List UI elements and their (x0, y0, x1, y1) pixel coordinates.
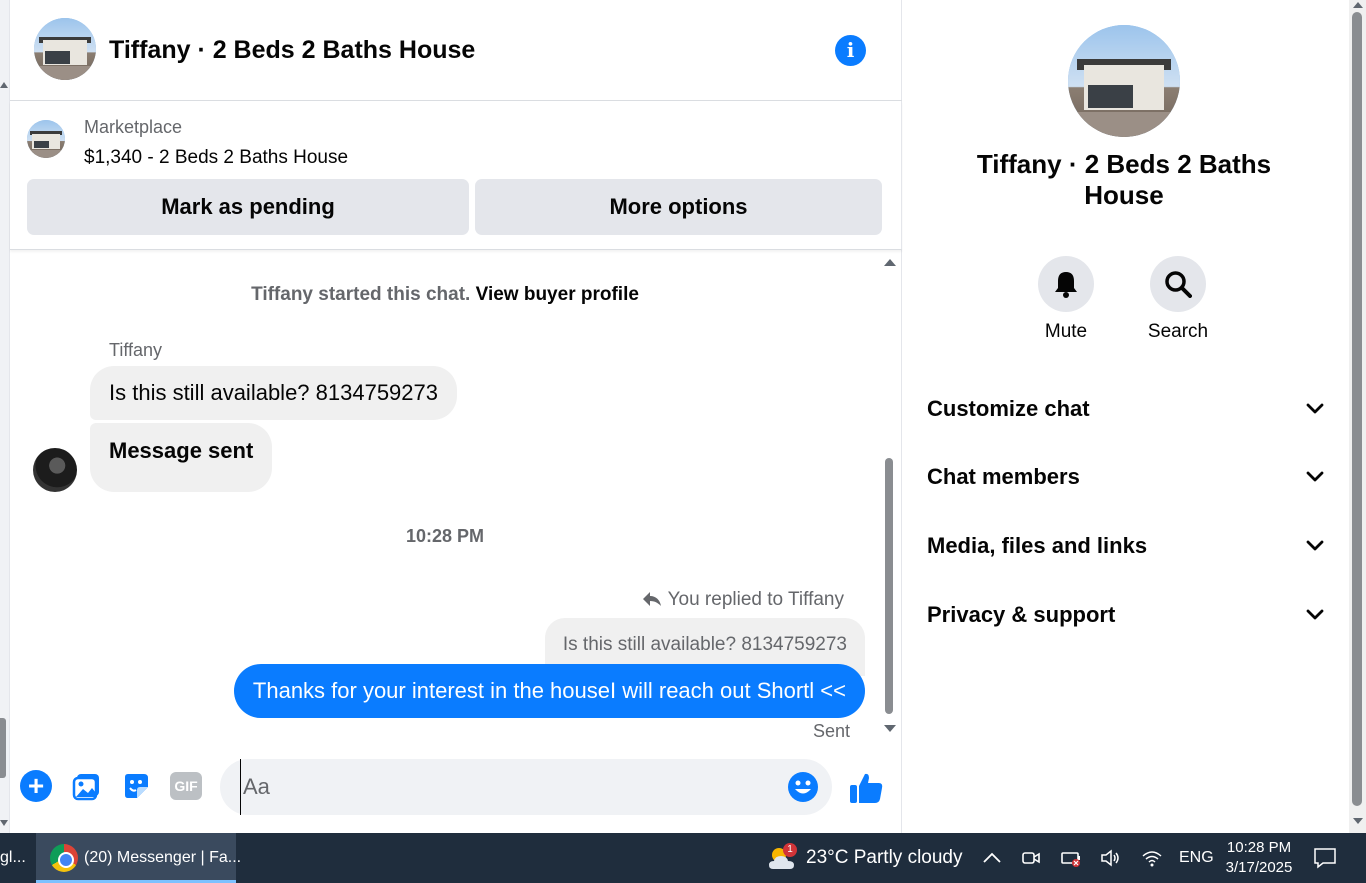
marketplace-label: Marketplace (84, 117, 183, 137)
messages-scrollbar-thumb[interactable] (885, 458, 893, 714)
gif-icon[interactable]: GIF (170, 770, 202, 802)
scroll-down-arrow-icon[interactable] (0, 820, 8, 826)
chat-info-panel: Tiffany · 2 Beds 2 Baths House Mute Sear… (903, 0, 1349, 833)
page-scrollbar[interactable] (1349, 0, 1366, 833)
chat-started-text: Tiffany started this chat. (251, 284, 471, 305)
chevron-down-icon (1306, 471, 1324, 482)
chat-started-notice: Tiffany started this chat. View buyer pr… (10, 284, 880, 306)
view-buyer-profile-link[interactable]: View buyer profile (476, 284, 639, 305)
search-label[interactable]: Search (1118, 321, 1238, 343)
chevron-down-icon (1306, 540, 1324, 551)
taskbar-clock[interactable]: 10:28 PM 3/17/2025 (1216, 838, 1302, 878)
left-scrollbar-thumb[interactable] (0, 718, 6, 778)
chevron-down-icon (1306, 403, 1324, 414)
replied-to-label: You replied to Tiffany (642, 589, 844, 611)
panel-title: Tiffany · 2 Beds 2 Baths House (976, 149, 1272, 210)
section-privacy-support[interactable]: Privacy & support (927, 593, 1325, 637)
chevron-up-icon[interactable] (981, 847, 1003, 869)
info-icon[interactable]: i (835, 35, 866, 66)
weather-badge: 1 (783, 843, 797, 857)
panel-avatar[interactable] (1068, 25, 1180, 137)
language-indicator[interactable]: ENG (1179, 833, 1214, 883)
gif-label: GIF (170, 772, 202, 800)
taskbar-messenger-app[interactable]: (20) Messenger | Fa... (36, 833, 241, 883)
section-label: Media, files and links (927, 533, 1148, 558)
taskbar: gl... (20) Messenger | Fa... 1 23°C Part… (0, 833, 1366, 883)
message-timestamp: 10:28 PM (405, 526, 485, 546)
clock-date: 3/17/2025 (1225, 859, 1293, 876)
volume-icon[interactable] (1099, 847, 1121, 869)
message-status: Sent (812, 721, 850, 741)
section-label: Chat members (927, 464, 1080, 489)
reply-arrow-icon (642, 592, 661, 606)
meet-now-icon[interactable] (1020, 847, 1042, 869)
section-media-files-links[interactable]: Media, files and links (927, 524, 1325, 568)
bell-icon (1055, 272, 1077, 298)
message-input-wrapper (220, 759, 832, 815)
message-input[interactable] (240, 759, 780, 815)
replied-to-text: You replied to Tiffany (667, 589, 844, 610)
scroll-up-arrow-icon[interactable] (0, 82, 8, 88)
page-scroll-up-icon[interactable] (1353, 2, 1363, 8)
photo-icon[interactable] (71, 770, 103, 802)
section-label: Customize chat (927, 396, 1090, 421)
scroll-up-icon[interactable] (884, 259, 896, 266)
chat-header: Tiffany · 2 Beds 2 Baths House i (10, 0, 902, 101)
marketplace-banner: Marketplace $1,340 - 2 Beds 2 Baths Hous… (10, 101, 902, 250)
more-options-button[interactable]: More options (475, 179, 882, 235)
search-button[interactable] (1150, 256, 1206, 312)
incoming-message[interactable]: Message sent (90, 423, 273, 492)
messages-scrollbar[interactable] (883, 256, 896, 738)
page-scrollbar-thumb[interactable] (1352, 12, 1362, 806)
plus-icon[interactable]: + (20, 770, 52, 802)
scroll-down-icon[interactable] (884, 725, 896, 732)
listing-thumbnail[interactable] (27, 120, 65, 158)
wifi-icon[interactable] (1141, 847, 1163, 869)
mute-button[interactable] (1038, 256, 1094, 312)
taskbar-app-label: (20) Messenger | Fa... (84, 849, 242, 866)
buyer-avatar[interactable] (33, 448, 77, 492)
section-chat-members[interactable]: Chat members (927, 455, 1325, 499)
outgoing-message[interactable]: Thanks for your interest in the houseI w… (233, 664, 865, 718)
sticker-icon[interactable] (120, 770, 152, 802)
chevron-down-icon (1306, 609, 1324, 620)
page-scroll-down-icon[interactable] (1353, 818, 1363, 824)
listing-price-title[interactable]: $1,340 - 2 Beds 2 Baths House (84, 147, 348, 169)
incoming-message[interactable]: Is this still available? 8134759273 (90, 366, 458, 420)
message-composer: + GIF (10, 750, 902, 833)
chat-column: Tiffany · 2 Beds 2 Baths House i Marketp… (10, 0, 902, 833)
notifications-icon[interactable] (1313, 847, 1337, 869)
mark-as-pending-button[interactable]: Mark as pending (27, 179, 469, 235)
battery-icon[interactable] (1060, 847, 1082, 869)
section-customize-chat[interactable]: Customize chat (927, 387, 1325, 431)
search-icon (1165, 271, 1192, 298)
weather-text[interactable]: 23°C Partly cloudy (806, 833, 963, 883)
taskbar-prev-app[interactable]: gl... (0, 833, 34, 883)
emoji-icon[interactable] (787, 771, 819, 803)
chrome-icon (50, 844, 78, 872)
mute-label[interactable]: Mute (1006, 321, 1126, 343)
left-edge-strip (0, 0, 10, 833)
section-label: Privacy & support (927, 602, 1116, 627)
thumbs-up-icon[interactable] (848, 770, 884, 806)
chat-title[interactable]: Tiffany · 2 Beds 2 Baths House (109, 35, 475, 65)
sender-name: Tiffany (109, 340, 163, 360)
chat-avatar[interactable] (34, 18, 96, 80)
clock-time: 10:28 PM (1226, 839, 1292, 856)
